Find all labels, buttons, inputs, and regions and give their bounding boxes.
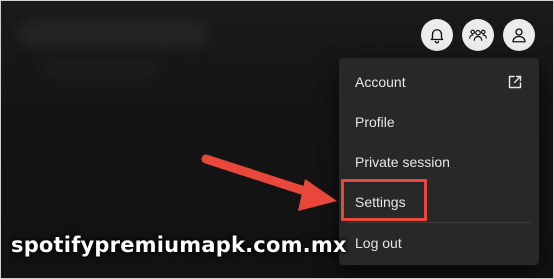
menu-item-label: Account <box>355 74 406 90</box>
menu-item-account[interactable]: Account <box>339 62 539 102</box>
blurred-subheader <box>41 61 161 79</box>
friends-icon <box>468 26 488 44</box>
bell-icon <box>428 26 446 44</box>
menu-item-label: Profile <box>355 114 395 130</box>
app-window: Account Profile Private session Settings… <box>0 0 554 279</box>
user-menu-button[interactable] <box>503 19 535 51</box>
menu-item-log-out[interactable]: Log out <box>339 223 539 263</box>
watermark-text: spotifypremiumapk.com.mx <box>11 233 347 257</box>
notifications-button[interactable] <box>421 19 453 51</box>
friend-activity-button[interactable] <box>462 19 494 51</box>
menu-item-settings[interactable]: Settings <box>339 182 539 222</box>
menu-item-private-session[interactable]: Private session <box>339 142 539 182</box>
user-icon <box>510 26 528 44</box>
menu-item-label: Log out <box>355 235 402 251</box>
external-link-icon <box>507 74 523 93</box>
user-dropdown-menu: Account Profile Private session Settings… <box>339 58 539 265</box>
menu-item-label: Settings <box>355 194 406 210</box>
menu-item-label: Private session <box>355 154 450 170</box>
menu-item-profile[interactable]: Profile <box>339 102 539 142</box>
blurred-header <box>19 21 209 47</box>
